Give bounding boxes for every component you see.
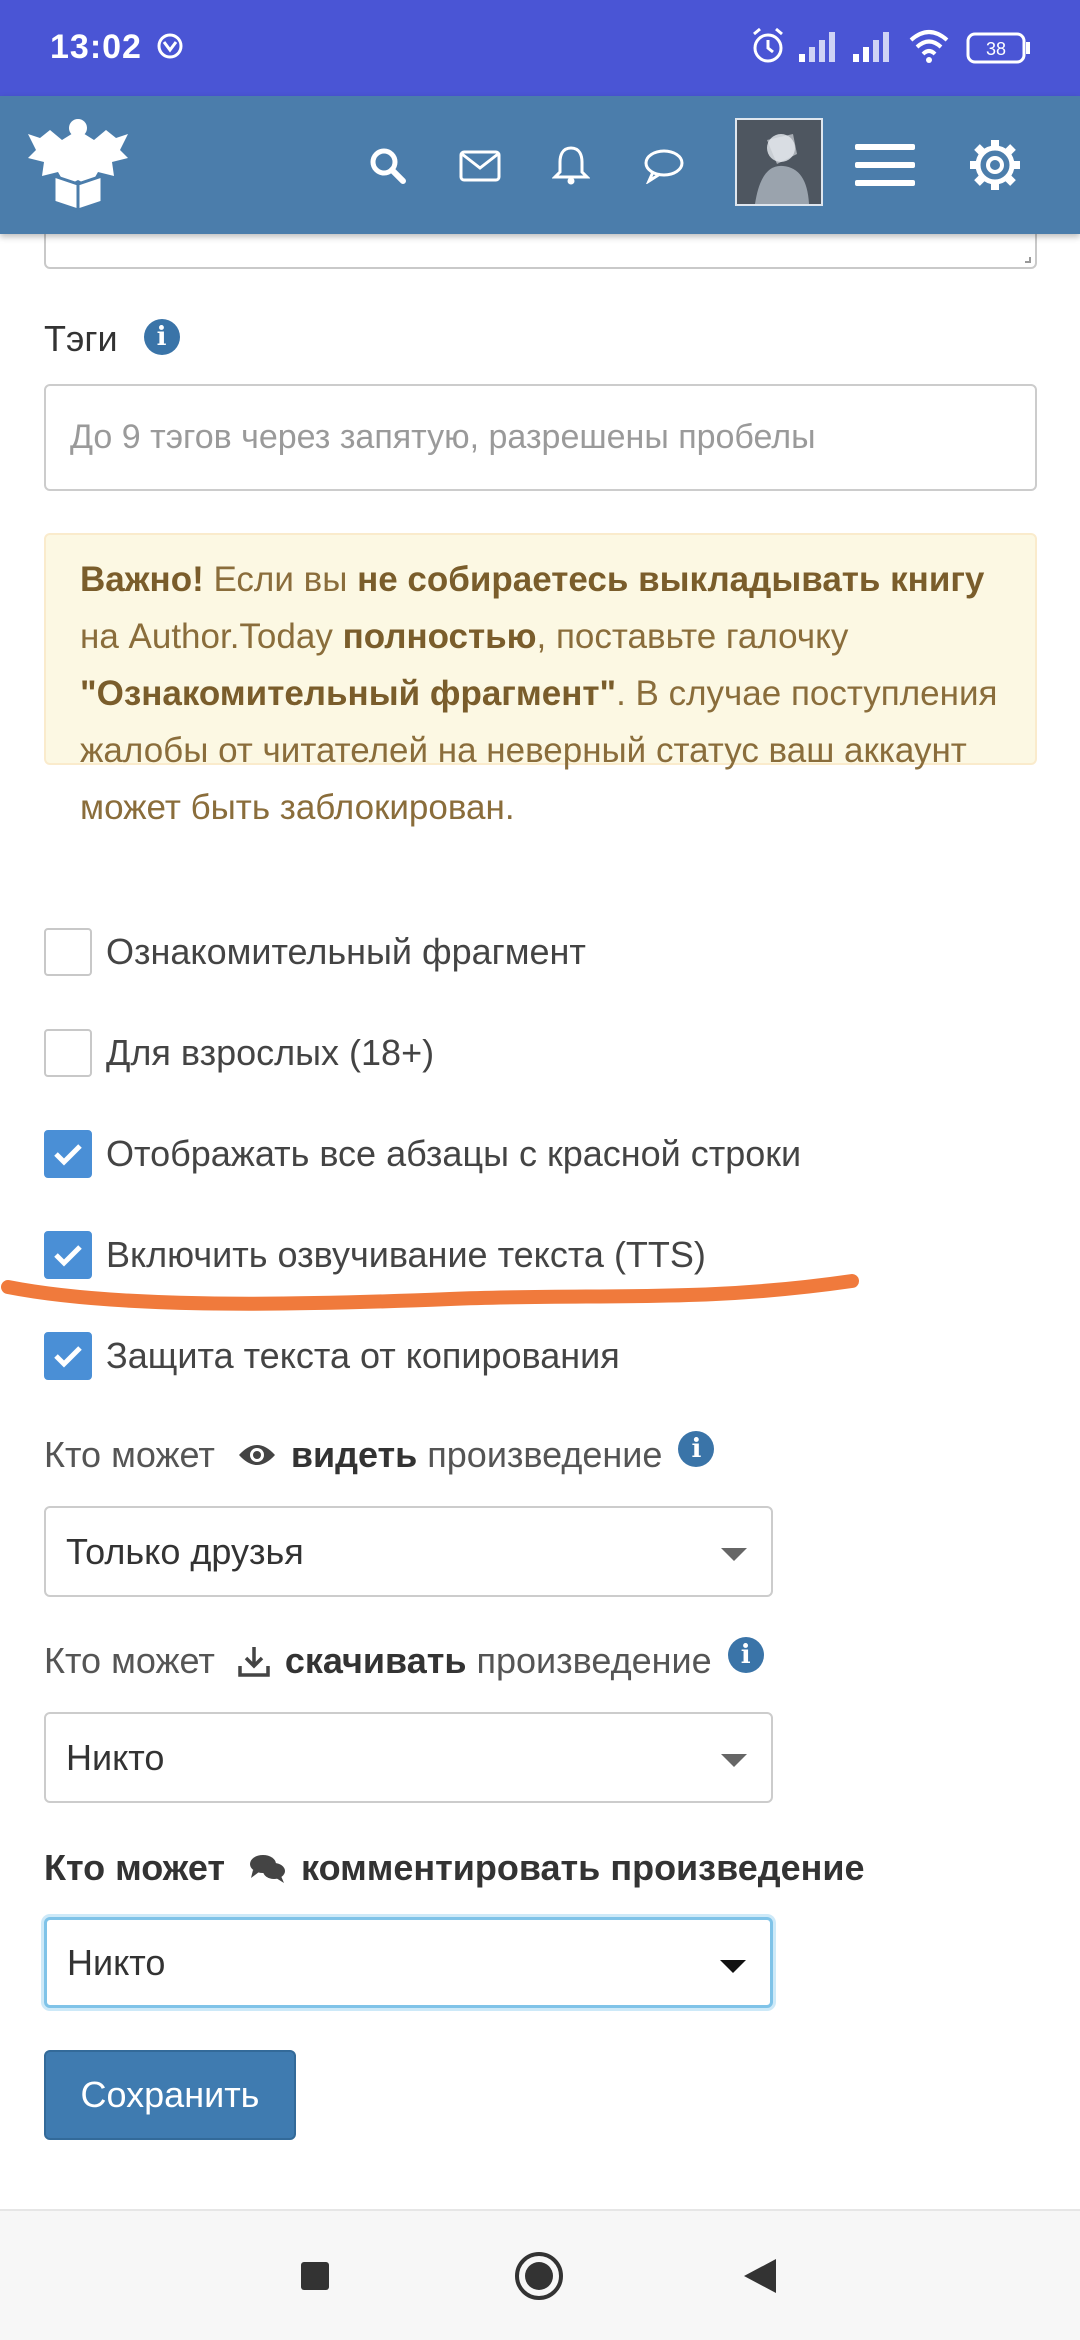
avatar[interactable] bbox=[735, 118, 823, 206]
download-icon bbox=[237, 1644, 271, 1678]
resize-grip[interactable] bbox=[1025, 257, 1031, 263]
chat-icon[interactable] bbox=[636, 140, 692, 192]
chevron-down-icon bbox=[720, 1960, 746, 1973]
annotation-underline bbox=[1, 1274, 859, 1311]
tags-label: Тэги i bbox=[44, 318, 180, 360]
tags-info-icon[interactable]: i bbox=[143, 319, 180, 356]
back-button[interactable] bbox=[742, 2257, 778, 2300]
notification-icon bbox=[154, 30, 186, 67]
checkbox-adult[interactable]: Для взрослых (18+) bbox=[44, 1029, 434, 1077]
svg-text:38: 38 bbox=[986, 39, 1006, 59]
download-permission-select[interactable]: Никто bbox=[44, 1712, 773, 1803]
signal-icon-1 bbox=[797, 30, 837, 69]
checkbox-box[interactable] bbox=[44, 1332, 92, 1380]
view-info-icon[interactable]: i bbox=[678, 1431, 715, 1467]
checkbox-box[interactable] bbox=[44, 928, 92, 976]
tags-input[interactable] bbox=[44, 384, 1037, 491]
checkbox-box[interactable] bbox=[44, 1130, 92, 1178]
check-icon bbox=[54, 1144, 82, 1166]
recent-apps-button[interactable] bbox=[299, 2260, 331, 2297]
status-bar: 13:02 38 bbox=[0, 0, 1080, 96]
signal-icon-2 bbox=[851, 30, 891, 69]
search-icon[interactable] bbox=[362, 140, 414, 192]
home-button[interactable] bbox=[514, 2251, 564, 2306]
comments-icon bbox=[247, 1852, 287, 1884]
checkbox-copy-protection[interactable]: Защита текста от копирования bbox=[44, 1332, 620, 1380]
menu-icon[interactable] bbox=[854, 138, 916, 192]
checkbox-box[interactable] bbox=[44, 1029, 92, 1077]
alarm-icon bbox=[750, 26, 786, 71]
status-time: 13:02 bbox=[50, 28, 142, 66]
warning-alert: Важно! Если вы не собираетесь выкладыват… bbox=[44, 533, 1037, 827]
comment-permission-label: Кто может комментировать произведение bbox=[44, 1847, 865, 1888]
chevron-down-icon bbox=[721, 1754, 747, 1767]
app-header bbox=[0, 96, 1080, 234]
download-info-icon[interactable]: i bbox=[727, 1637, 764, 1673]
gear-icon[interactable] bbox=[964, 134, 1026, 196]
view-permission-select[interactable]: Только друзья bbox=[44, 1506, 773, 1597]
checkbox-red-line[interactable]: Отображать все абзацы с красной строки bbox=[44, 1130, 801, 1178]
view-permission-label: Кто может видеть произведение i bbox=[44, 1431, 715, 1476]
mail-icon[interactable] bbox=[452, 140, 508, 192]
comment-permission-select[interactable]: Никто bbox=[44, 1917, 773, 2008]
download-permission-label: Кто может скачивать произведение i bbox=[44, 1637, 764, 1682]
wifi-icon bbox=[908, 28, 950, 69]
description-textarea[interactable] bbox=[44, 234, 1037, 269]
system-navigation-bar bbox=[0, 2209, 1080, 2340]
battery-icon: 38 bbox=[966, 32, 1032, 69]
eye-icon bbox=[237, 1441, 277, 1469]
save-button[interactable]: Сохранить bbox=[44, 2050, 296, 2140]
bell-icon[interactable] bbox=[545, 138, 597, 192]
chevron-down-icon bbox=[721, 1548, 747, 1561]
check-icon bbox=[54, 1346, 82, 1368]
checkbox-intro-fragment[interactable]: Ознакомительный фрагмент bbox=[44, 928, 586, 976]
site-logo[interactable] bbox=[22, 110, 134, 220]
form-content: Тэги i Важно! Если вы не собираетесь вык… bbox=[0, 234, 1080, 2209]
